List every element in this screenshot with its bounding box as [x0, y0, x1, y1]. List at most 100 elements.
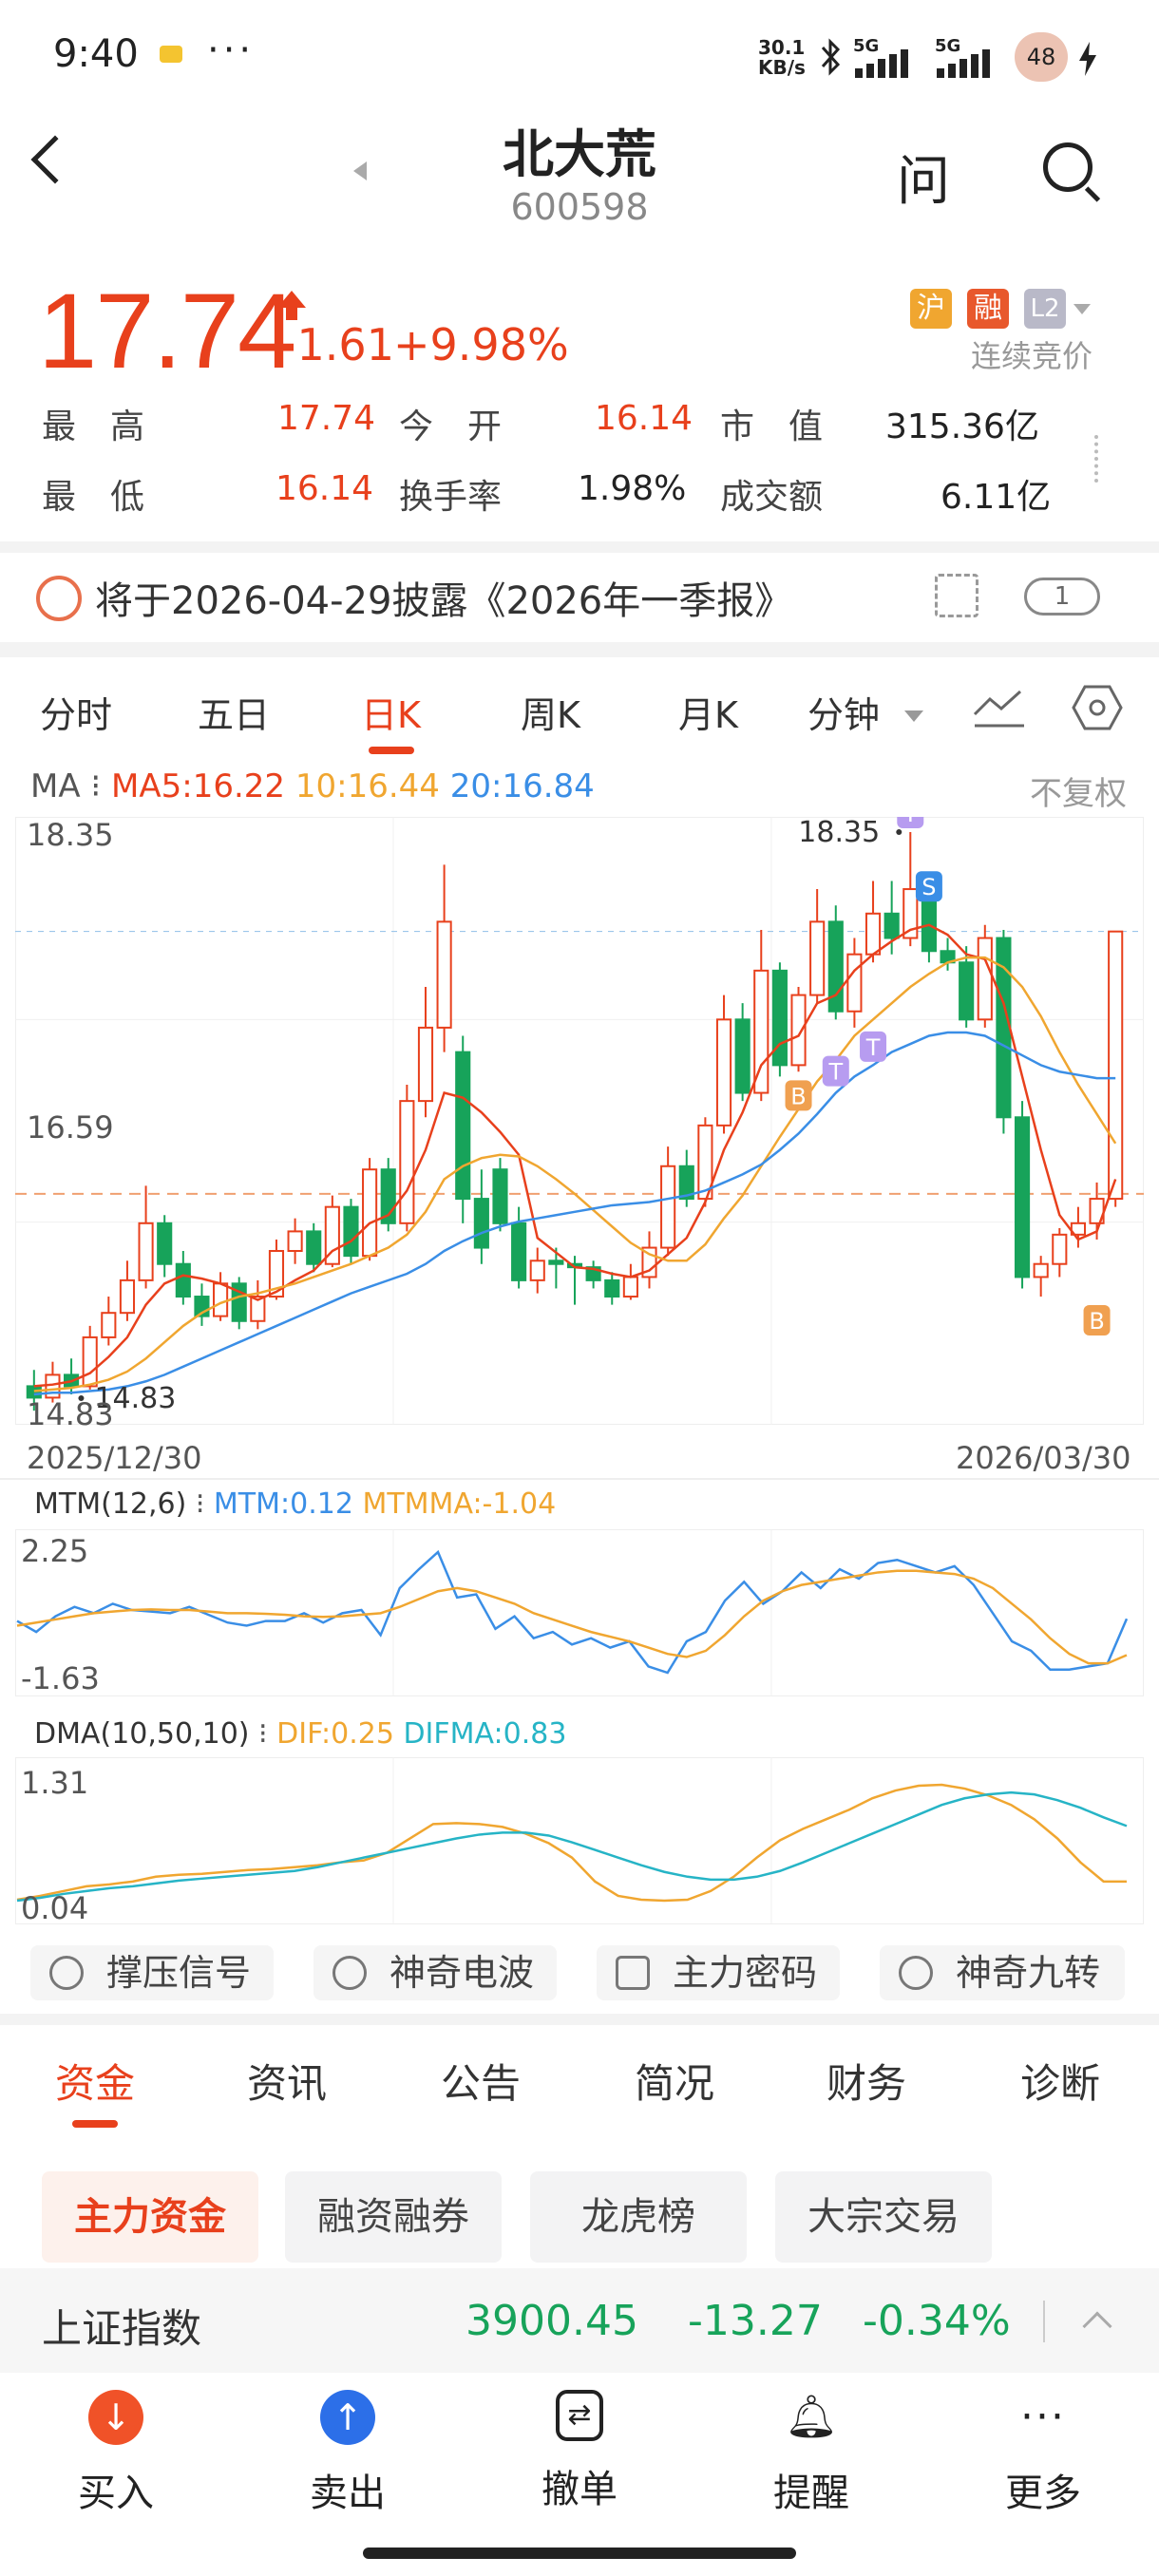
- candle: [548, 1260, 564, 1265]
- trade-marker: T: [822, 1055, 849, 1087]
- price-change: +1.61: [260, 319, 394, 370]
- notice-bar[interactable]: 将于2026-04-29披露《2026年一季报》 1: [0, 555, 1159, 640]
- tab-five-day[interactable]: 五日: [198, 686, 270, 738]
- ma10-line: [33, 956, 1117, 1392]
- stat-turnover-label: 换手率: [399, 478, 503, 517]
- dma-chart[interactable]: [15, 1757, 1144, 1924]
- ma10-value: 10:16.44: [294, 767, 440, 805]
- tab-announcements[interactable]: 公告: [441, 2052, 521, 2110]
- alert-button[interactable]: 🔔︎ 提醒: [735, 2390, 887, 2517]
- index-pct: -0.34%: [863, 2297, 1011, 2345]
- trade-marker: T: [897, 817, 924, 828]
- tab-weekly-k[interactable]: 周K: [521, 686, 580, 738]
- buy-button[interactable]: ↓ 买入: [40, 2390, 192, 2517]
- candle: [660, 1165, 676, 1249]
- index-value: 3900.45: [466, 2297, 638, 2345]
- mtm-name: MTM(12,6): [34, 1487, 187, 1521]
- candle: [455, 1051, 471, 1201]
- candle: [138, 1222, 154, 1281]
- tab-funds[interactable]: 资金: [55, 2052, 135, 2110]
- kline-chart[interactable]: 18.3514.83TSTTBB: [15, 817, 1144, 1434]
- divider: [0, 541, 1159, 553]
- stat-open-label: 今 开: [399, 407, 503, 446]
- stat-high-label: 最 高: [42, 407, 145, 446]
- chip-dragon-tiger[interactable]: 龙虎榜: [530, 2171, 747, 2263]
- tab-minute[interactable]: 分钟: [808, 686, 880, 738]
- kline-date-start: 2025/12/30: [27, 1440, 202, 1476]
- stock-code: 600598: [510, 186, 649, 228]
- candle: [1052, 1233, 1068, 1265]
- tab-intraday[interactable]: 分时: [40, 686, 112, 738]
- stat-high-value: 17.74: [277, 399, 376, 438]
- index-ticker[interactable]: 上证指数 3900.45 -13.27 -0.34%: [0, 2268, 1159, 2373]
- tab-monthly-k[interactable]: 月K: [678, 686, 738, 738]
- kline-date-end: 2026/03/30: [956, 1440, 1131, 1476]
- candle: [213, 1282, 229, 1317]
- notice-count-badge[interactable]: 1: [1024, 578, 1100, 616]
- dma-legend[interactable]: DMA(10,50,10) ⁝ DIF:0.25 DIFMA:0.83: [34, 1717, 566, 1751]
- sell-button[interactable]: ↑ 卖出: [272, 2390, 424, 2517]
- tab-financials[interactable]: 财务: [826, 2052, 906, 2110]
- index-change: -13.27: [688, 2297, 823, 2345]
- l2-tag[interactable]: L2: [1024, 289, 1066, 329]
- signal-main-code[interactable]: 主力密码: [597, 1945, 840, 2000]
- candle: [417, 1026, 434, 1103]
- mtm-y-top: 2.25: [21, 1533, 89, 1569]
- add-watch-icon[interactable]: [935, 574, 978, 617]
- more-stats-icon[interactable]: [1094, 435, 1098, 483]
- kline-y-mid: 16.59: [27, 1109, 114, 1146]
- wave-icon: [332, 1956, 367, 1990]
- status-bar: 9:40 ··· 30.1 KB/s 5G 5G 48: [0, 0, 1159, 104]
- cancel-order-button[interactable]: ⇄ 撤单: [504, 2390, 656, 2513]
- mtm-legend[interactable]: MTM(12,6) ⁝ MTM:0.12 MTMMA:-1.04: [34, 1487, 556, 1521]
- signal-wave[interactable]: 神奇电波: [314, 1945, 557, 2000]
- adjustment-toggle[interactable]: 不复权: [1030, 767, 1127, 814]
- indicator-icon[interactable]: [973, 686, 1026, 729]
- candle: [436, 920, 452, 1029]
- tab-news[interactable]: 资讯: [247, 2052, 327, 2110]
- more-button[interactable]: ··· 更多: [967, 2390, 1119, 2517]
- mtm-line: [16, 1549, 1129, 1675]
- tab-diagnosis[interactable]: 诊断: [1020, 2052, 1100, 2110]
- mtm-chart[interactable]: [15, 1529, 1144, 1696]
- kline-frame: [15, 817, 1144, 1425]
- ma-legend[interactable]: MA ⁝ MA5:16.22 10:16.44 20:16.84: [30, 767, 595, 805]
- divider: [0, 1478, 1159, 1480]
- minute-dropdown-icon[interactable]: [904, 710, 923, 722]
- signal-nine-turn[interactable]: 神奇九转: [880, 1945, 1125, 2000]
- candle: [864, 912, 882, 956]
- stat-amount-label: 成交额: [720, 478, 824, 517]
- candle: [715, 1018, 732, 1127]
- sell-icon: ↑: [320, 2390, 375, 2445]
- chip-block-trade[interactable]: 大宗交易: [775, 2171, 992, 2263]
- tab-profile[interactable]: 简况: [635, 2052, 714, 2110]
- trade-marker-letter: T: [827, 1059, 843, 1086]
- candle: [157, 1222, 173, 1265]
- price-up-arrow-icon: [277, 291, 306, 320]
- trade-marker: B: [785, 1080, 812, 1111]
- dma-name: DMA(10,50,10): [34, 1717, 250, 1751]
- stat-open-value: 16.14: [595, 399, 694, 438]
- settings-icon[interactable]: [1072, 684, 1123, 731]
- report-icon: [36, 576, 82, 621]
- difma-value: DIFMA:0.83: [403, 1717, 567, 1751]
- mtmma-value: MTMMA:-1.04: [362, 1487, 557, 1521]
- chip-main-funds[interactable]: 主力资金: [42, 2171, 258, 2263]
- chevron-up-icon[interactable]: [1082, 2311, 1112, 2341]
- trade-marker: B: [1083, 1305, 1111, 1336]
- stock-name: 北大荒: [503, 124, 656, 184]
- mtmma-line: [16, 1569, 1128, 1665]
- chip-margin-trading[interactable]: 融资融券: [285, 2171, 502, 2263]
- stat-low-value: 16.14: [276, 469, 374, 508]
- battery-indicator: 48: [1015, 32, 1068, 82]
- search-icon[interactable]: [1043, 142, 1092, 192]
- more-status-icon: ···: [207, 28, 256, 72]
- signal-support-resistance[interactable]: 撑压信号: [30, 1945, 274, 2000]
- bell-icon: 🔔︎: [785, 2393, 838, 2441]
- l2-dropdown-icon[interactable]: [1074, 304, 1091, 314]
- chevron-circle-icon: [899, 1956, 933, 1990]
- tab-daily-k[interactable]: 日K: [361, 686, 421, 738]
- ask-button[interactable]: 问: [897, 139, 950, 216]
- candle: [604, 1279, 620, 1298]
- signal-1-icon: [855, 49, 908, 78]
